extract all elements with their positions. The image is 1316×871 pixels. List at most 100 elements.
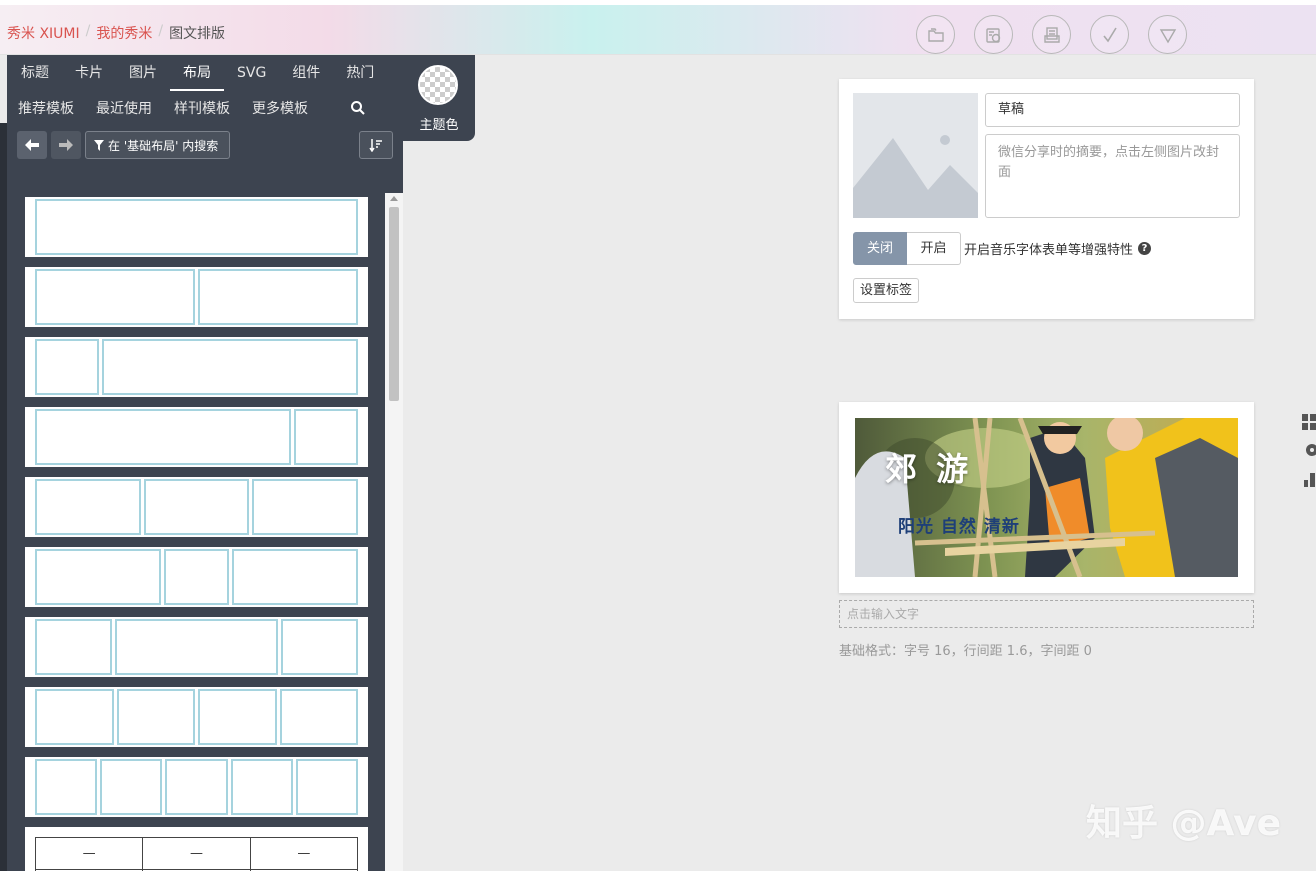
more-menu-button[interactable]	[1148, 15, 1187, 54]
scoped-search-label: 在 '基础布局' 内搜索	[108, 138, 219, 153]
layout-cell	[252, 479, 359, 535]
layout-template-2-1-2[interactable]	[25, 547, 368, 607]
save-check-button[interactable]	[1090, 15, 1129, 54]
bar-chart-icon[interactable]	[1302, 468, 1316, 488]
layout-cell	[35, 339, 99, 395]
folder-icon	[927, 27, 944, 42]
subtab-sample[interactable]: 样刊模板	[174, 98, 252, 118]
cover-image-placeholder[interactable]	[853, 93, 978, 218]
tab-layout[interactable]: 布局	[170, 63, 224, 91]
print-icon	[1043, 26, 1060, 43]
help-icon[interactable]: ?	[1138, 242, 1152, 255]
toggle-on-button[interactable]: 开启	[907, 232, 961, 265]
arrow-left-icon	[25, 139, 39, 151]
scroll-up-icon[interactable]	[390, 196, 398, 201]
layout-template-table[interactable]: — — —	[25, 827, 368, 871]
toggle-off-button[interactable]: 关闭	[853, 232, 907, 265]
layout-cell	[294, 409, 358, 465]
tab-popular[interactable]: 热门	[333, 63, 387, 91]
photo-illustration	[855, 418, 1238, 577]
breadcrumb: 秀米 XIUMI / 我的秀米 / 图文排版	[7, 23, 225, 43]
layout-template-2col[interactable]	[25, 267, 368, 327]
back-button[interactable]	[17, 131, 47, 159]
layout-template-1-2-1[interactable]	[25, 617, 368, 677]
check-icon	[1102, 27, 1117, 42]
watermark: 知乎 @Ave	[1086, 803, 1281, 844]
subtab-more[interactable]: 更多模板	[252, 98, 330, 118]
theme-color-panel: 主题色	[403, 55, 475, 141]
tab-image[interactable]: 图片	[116, 63, 170, 91]
layout-template-3col[interactable]	[25, 477, 368, 537]
set-tags-button[interactable]: 设置标签	[853, 278, 920, 303]
template-panel: 标题 卡片 图片 布局 SVG 组件 热门 推荐模板 最近使用 样刊模板 更多模…	[7, 55, 403, 871]
layout-cell	[100, 759, 163, 815]
article-summary-input[interactable]: 微信分享时的摘要，点击左侧图片改封面	[985, 134, 1240, 218]
print-button[interactable]	[1032, 15, 1071, 54]
open-folder-button[interactable]	[916, 15, 955, 54]
layout-template-4col[interactable]	[25, 687, 368, 747]
breadcrumb-current: 图文排版	[169, 26, 226, 42]
layout-cell	[295, 759, 359, 815]
left-edge-strip	[0, 123, 7, 871]
tab-svg[interactable]: SVG	[224, 63, 279, 91]
photo-title-text: 郊 游	[885, 450, 973, 488]
triangle-down-icon	[1159, 28, 1176, 43]
side-toolbar	[1302, 412, 1316, 488]
template-tabs: 标题 卡片 图片 布局 SVG 组件 热门	[21, 63, 387, 91]
layout-cell	[35, 549, 161, 605]
article-title-input[interactable]: 草稿	[985, 93, 1240, 127]
layout-cell	[35, 409, 291, 465]
tab-card[interactable]: 卡片	[62, 63, 116, 91]
layout-cell	[143, 479, 250, 535]
table-cell: —	[143, 838, 251, 870]
layout-cell	[35, 759, 98, 815]
search-icon[interactable]	[350, 100, 366, 116]
layout-cell	[164, 549, 229, 605]
template-table: — — —	[35, 837, 358, 870]
layout-cell	[198, 689, 277, 745]
preview-button[interactable]	[974, 15, 1013, 54]
camera-icon	[985, 27, 1000, 43]
scoped-search-button[interactable]: 在 '基础布局' 内搜索	[85, 131, 230, 159]
breadcrumb-home-link[interactable]: 秀米 XIUMI	[7, 23, 80, 43]
image-placeholder-icon	[853, 135, 978, 218]
layout-cell	[279, 689, 358, 745]
template-subtabs: 推荐模板 最近使用 样刊模板 更多模板	[18, 98, 366, 118]
grid-icon[interactable]	[1302, 412, 1316, 432]
layout-cell	[35, 269, 195, 325]
gear-icon[interactable]	[1302, 440, 1316, 460]
sort-button[interactable]	[359, 131, 393, 159]
table-cell: —	[36, 838, 144, 870]
layout-template-5col[interactable]	[25, 757, 368, 817]
layout-template-1-3[interactable]	[25, 337, 368, 397]
breadcrumb-mine-link[interactable]: 我的秀米	[96, 23, 152, 43]
layout-cell	[35, 689, 114, 745]
panel-scrollbar[interactable]	[385, 193, 403, 871]
layout-template-1col[interactable]	[25, 197, 368, 257]
layout-cell	[116, 689, 195, 745]
layout-cell	[102, 339, 358, 395]
banner-photo[interactable]: 郊 游 阳光 自然 清新	[855, 418, 1238, 577]
theme-color-swatch[interactable]	[418, 65, 458, 105]
subtab-recent[interactable]: 最近使用	[96, 98, 174, 118]
layout-template-3-1[interactable]	[25, 407, 368, 467]
scrollbar-thumb[interactable]	[389, 207, 399, 401]
toolbar	[916, 15, 1187, 54]
tab-component[interactable]: 组件	[279, 63, 333, 91]
sort-icon	[369, 139, 382, 152]
text-input-placeholder[interactable]: 点击输入文字	[839, 600, 1254, 628]
base-format-info: 基础格式：字号 16，行间距 1.6，字间距 0	[839, 644, 1092, 659]
layout-cell	[230, 759, 293, 815]
layout-cell	[35, 619, 112, 675]
layout-cell	[35, 479, 141, 535]
forward-button[interactable]	[51, 131, 81, 159]
tab-title[interactable]: 标题	[21, 63, 62, 91]
enhance-toggle: 关闭 开启	[853, 232, 961, 265]
subtab-recommended[interactable]: 推荐模板	[18, 98, 96, 118]
image-block[interactable]: 郊 游 阳光 自然 清新	[839, 402, 1254, 593]
breadcrumb-separator: /	[158, 23, 164, 39]
table-cell: —	[250, 838, 357, 870]
layout-cell	[232, 549, 358, 605]
article-settings-card: 草稿 微信分享时的摘要，点击左侧图片改封面 关闭 开启 开启音乐字体表单等增强特…	[839, 79, 1254, 319]
layout-cell	[281, 619, 359, 675]
